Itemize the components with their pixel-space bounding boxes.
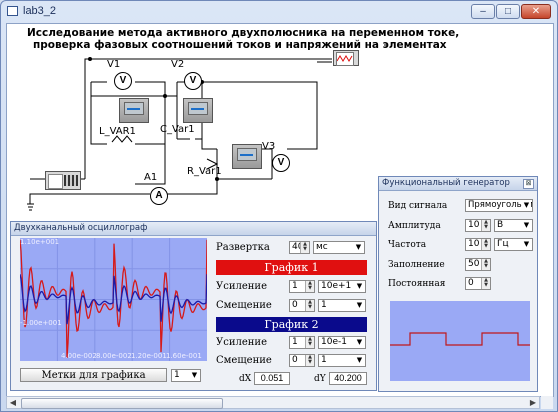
sweep-unit-select[interactable]: мс ▼ bbox=[313, 241, 365, 254]
function-generator-icon[interactable] bbox=[45, 171, 81, 190]
app-icon bbox=[7, 6, 18, 16]
ch1-gain-label: Усиление bbox=[216, 281, 268, 292]
sweep-label: Развертка bbox=[216, 242, 270, 253]
junction bbox=[163, 94, 167, 98]
close-button[interactable]: ✕ bbox=[521, 4, 551, 19]
junction bbox=[215, 177, 219, 181]
amplitude-spinner[interactable]: 10 ▲ ▼ bbox=[465, 219, 491, 232]
frequency-spinner[interactable]: 10 ▲ ▼ bbox=[465, 238, 491, 251]
chart2-banner: График 2 bbox=[216, 317, 367, 332]
oscilloscope-title: Двухканальный осциллограф bbox=[11, 222, 376, 236]
amplitude-unit-select[interactable]: В ▼ bbox=[494, 219, 533, 232]
application-window: lab3_2 – □ ✕ Исследование метода активно… bbox=[0, 0, 558, 412]
signal-label: Вид сигнала bbox=[388, 201, 448, 211]
generator-background bbox=[390, 301, 530, 381]
scroll-left-icon[interactable]: ◀ bbox=[7, 397, 19, 408]
x-tick: 4.00e-002 bbox=[61, 352, 97, 360]
ch2-gain-label: Усиление bbox=[216, 337, 268, 348]
ch1-offset-spinner[interactable]: 0 ▲ ▼ bbox=[289, 299, 315, 312]
voltmeter-v3[interactable]: V bbox=[272, 154, 290, 172]
amplitude-label: Амплитуда bbox=[388, 221, 441, 231]
generator-close-icon[interactable]: ⊠ bbox=[523, 179, 534, 189]
label-r-var1: R_Var1 bbox=[187, 166, 222, 177]
ch2-offset-label: Смещение bbox=[216, 355, 272, 366]
junction bbox=[88, 57, 92, 61]
fill-spinner[interactable]: 50 ▲ ▼ bbox=[465, 258, 491, 271]
dx-value: 0.051 bbox=[254, 372, 290, 385]
dc-spinner[interactable]: 0 ▲ ▼ bbox=[465, 277, 491, 290]
signal-type-select[interactable]: Прямоугольник ▼ bbox=[465, 199, 533, 212]
frequency-label: Частота bbox=[388, 240, 427, 250]
capacitor-regulator[interactable] bbox=[183, 98, 213, 123]
graph-marks-button[interactable]: Метки для графика bbox=[20, 368, 167, 382]
ch1-offset-label: Смещение bbox=[216, 300, 272, 311]
dx-label: dX bbox=[239, 374, 252, 384]
resistor-regulator[interactable] bbox=[232, 144, 262, 169]
dy-label: dY bbox=[314, 374, 326, 384]
frequency-unit-select[interactable]: Гц ▼ bbox=[494, 238, 533, 251]
ch2-offset-spinner[interactable]: 0 ▲ ▼ bbox=[289, 354, 315, 367]
y-tick-top: 1.10e+001 bbox=[20, 238, 60, 246]
oscilloscope-panel: Двухканальный осциллограф 1.10e+001 -1.0… bbox=[10, 221, 377, 391]
fill-label: Заполнение bbox=[388, 260, 445, 270]
maximize-button[interactable]: □ bbox=[496, 4, 520, 19]
ch1-gain-unit-select[interactable]: 10e+1 ▼ bbox=[318, 280, 366, 293]
minimize-button[interactable]: – bbox=[471, 4, 495, 19]
title-bar[interactable]: lab3_2 – □ ✕ bbox=[1, 1, 557, 23]
horizontal-scrollbar[interactable]: ◀ ▶ bbox=[6, 396, 540, 409]
dc-label: Постоянная bbox=[388, 279, 446, 289]
label-v2: V2 bbox=[171, 59, 185, 70]
scroll-right-icon[interactable]: ▶ bbox=[527, 397, 539, 408]
y-tick-bottom: -1.00e+001 bbox=[20, 319, 62, 327]
inductor-regulator[interactable] bbox=[119, 98, 149, 123]
chart1-banner: График 1 bbox=[216, 260, 367, 275]
label-c-var1: C_Var1 bbox=[160, 124, 195, 135]
x-tick: 8.00e-002 bbox=[96, 352, 132, 360]
ch2-offset-unit-select[interactable]: 1 ▼ bbox=[318, 354, 366, 367]
ch1-gain-spinner[interactable]: 1 ▲ ▼ bbox=[289, 280, 315, 293]
label-v3: V3 bbox=[262, 141, 276, 152]
ch2-gain-unit-select[interactable]: 10e-1 ▼ bbox=[318, 336, 366, 349]
ch2-gain-spinner[interactable]: 1 ▲ ▼ bbox=[289, 336, 315, 349]
marks-select[interactable]: 1 ▼ bbox=[171, 369, 201, 382]
oscilloscope-icon[interactable] bbox=[333, 50, 359, 66]
ch1-offset-unit-select[interactable]: 1 ▼ bbox=[318, 299, 366, 312]
label-v1: V1 bbox=[107, 59, 121, 70]
dy-value: 40.200 bbox=[329, 372, 367, 385]
voltmeter-v1[interactable]: V bbox=[114, 72, 132, 90]
x-tick: 1.60e-001 bbox=[166, 352, 202, 360]
ammeter-a1[interactable]: A bbox=[150, 187, 168, 205]
oscilloscope-screen bbox=[20, 238, 207, 361]
generator-title: Функциональный генератор bbox=[379, 177, 537, 191]
x-tick: 1.20e-001 bbox=[131, 352, 167, 360]
voltmeter-v2[interactable]: V bbox=[184, 72, 202, 90]
label-l-var1: L_VAR1 bbox=[99, 126, 136, 137]
function-generator-panel: Функциональный генератор ⊠ Вид сигнала П… bbox=[378, 176, 538, 392]
generator-screen bbox=[390, 301, 530, 381]
window-title: lab3_2 bbox=[23, 5, 57, 17]
scrollbar-thumb[interactable] bbox=[21, 398, 223, 409]
resize-grip-icon[interactable] bbox=[541, 396, 553, 409]
sweep-spinner[interactable]: 40 ▲ ▼ bbox=[289, 241, 310, 254]
workspace-canvas: Исследование метода активного двухполюсн… bbox=[6, 23, 554, 397]
label-a1: A1 bbox=[144, 172, 158, 183]
